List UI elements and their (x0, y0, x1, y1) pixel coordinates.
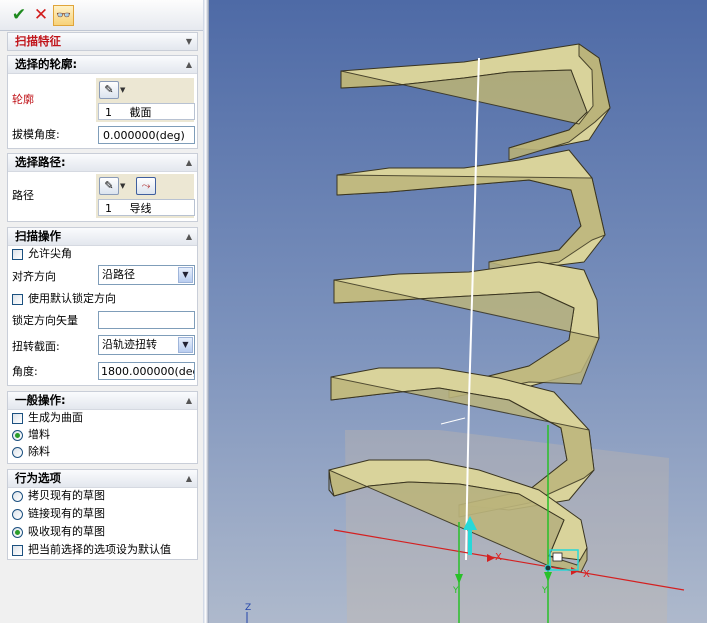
collapse-chevron-icon[interactable]: ▲ (186, 228, 192, 245)
chevron-down-icon: ▼ (120, 182, 126, 190)
x-axis-label: X (495, 552, 502, 563)
draft-angle-label: 拔模角度: (12, 128, 60, 141)
align-direction-select[interactable]: 沿路径 ▼ (98, 265, 195, 285)
panel-splitter[interactable] (203, 0, 209, 623)
collapse-chevron-icon[interactable]: ▲ (186, 392, 192, 409)
angle-input[interactable]: 1800.000000(deg) (98, 362, 195, 380)
remove-material-label: 除料 (28, 445, 50, 458)
twist-section-value: 沿轨迹扭转 (102, 338, 157, 351)
allow-sharp-checkbox[interactable] (12, 249, 23, 260)
curve-icon: ⤳ (141, 179, 151, 192)
add-material-radio[interactable] (12, 430, 23, 441)
link-sketch-radio[interactable] (12, 509, 23, 520)
preview-button[interactable]: 👓 (53, 5, 74, 26)
general-operations-label: 一般操作: (15, 393, 66, 407)
feature-title: 扫描特征 (15, 34, 61, 48)
profile-header-label: 选择的轮廓: (15, 57, 78, 71)
path-curve-button[interactable]: ⤳ (136, 177, 156, 195)
lock-vector-input[interactable] (98, 311, 195, 329)
profile-list-index: 1 (105, 106, 112, 119)
path-pick-dropdown[interactable]: ▼ (120, 177, 130, 195)
draft-angle-input[interactable]: 0.000000(deg) (98, 126, 195, 144)
default-lock-checkbox[interactable] (12, 294, 23, 305)
copy-sketch-label: 拷贝现有的草图 (28, 489, 105, 502)
twist-section-select[interactable]: 沿轨迹扭转 ▼ (98, 335, 195, 355)
collapse-chevron-icon[interactable]: ▼ (186, 33, 192, 50)
align-direction-value: 沿路径 (102, 268, 135, 281)
pencil-icon: ✎ (104, 83, 114, 96)
chevron-down-icon: ▼ (120, 86, 126, 94)
path-list-value: 导线 (129, 202, 152, 215)
profile-label: 轮廓 (12, 93, 34, 106)
triad-z-label: Z (245, 603, 252, 613)
add-material-label: 增料 (28, 428, 50, 441)
profile-pick-button[interactable]: ✎ (99, 81, 119, 99)
profile-list[interactable]: 1 截面 (98, 103, 195, 120)
general-operations-header[interactable]: 一般操作: ▲ (8, 392, 197, 410)
path-list-index: 1 (105, 202, 112, 215)
graphics-viewport[interactable]: X X Y Y Z (209, 0, 707, 623)
collapse-chevron-icon[interactable]: ▲ (186, 470, 192, 487)
path-list[interactable]: 1 导线 (98, 199, 195, 216)
y-axis-label-2: Y (542, 586, 548, 596)
chevron-down-icon[interactable]: ▼ (178, 337, 193, 353)
as-surface-label: 生成为曲面 (28, 411, 83, 424)
profile-pick-dropdown[interactable]: ▼ (120, 81, 130, 99)
path-header-label: 选择路径: (15, 155, 66, 169)
profile-list-value: 截面 (129, 106, 152, 119)
viewport-canvas[interactable] (209, 0, 707, 623)
path-header[interactable]: 选择路径: ▲ (8, 154, 197, 172)
feature-title-section: 扫描特征 ▼ (7, 32, 198, 51)
set-default-checkbox[interactable] (12, 545, 23, 556)
cancel-button[interactable]: ✕ (31, 5, 51, 25)
profile-header[interactable]: 选择的轮廓: ▲ (8, 56, 197, 74)
behavior-options-label: 行为选项 (15, 471, 61, 485)
path-pick-button[interactable]: ✎ (99, 177, 119, 195)
behavior-options-section: 行为选项 ▲ 拷贝现有的草图 链接现有的草图 吸收现有的草图 把当前选择的选项设… (7, 469, 198, 560)
link-sketch-label: 链接现有的草图 (28, 507, 105, 520)
path-section: 选择路径: ▲ 路径 ✎ ▼ ⤳ 1 导线 (7, 153, 198, 222)
remove-material-radio[interactable] (12, 447, 23, 458)
absorb-sketch-label: 吸收现有的草图 (28, 525, 105, 538)
ok-button[interactable]: ✔ (9, 5, 29, 25)
absorb-sketch-radio[interactable] (12, 527, 23, 538)
x-icon: ✕ (33, 5, 49, 25)
lock-vector-label: 锁定方向矢量 (12, 314, 78, 327)
default-lock-label: 使用默认锁定方向 (28, 292, 116, 305)
set-default-label: 把当前选择的选项设为默认值 (28, 543, 171, 556)
x-axis-label-2: X (583, 569, 590, 580)
profile-lock-marker (552, 552, 563, 562)
align-direction-label: 对齐方向 (12, 270, 56, 283)
behavior-options-header[interactable]: 行为选项 ▲ (8, 470, 197, 488)
pencil-icon: ✎ (104, 179, 114, 192)
feature-property-panel: ✔ ✕ 👓 扫描特征 ▼ 选择的轮廓: ▲ 轮廓 ✎ ▼ 1 截面 拔模角度: … (0, 0, 204, 623)
allow-sharp-label: 允许尖角 (28, 247, 72, 260)
as-surface-checkbox[interactable] (12, 413, 23, 424)
y-axis-label: Y (453, 586, 459, 596)
origin-point (544, 564, 552, 572)
sweep-operations-section: 扫描操作 ▲ 允许尖角 对齐方向 沿路径 ▼ 使用默认锁定方向 锁定方向矢量 扭… (7, 227, 198, 386)
sweep-operations-header[interactable]: 扫描操作 ▲ (8, 228, 197, 246)
check-icon: ✔ (11, 5, 27, 25)
angle-label: 角度: (12, 365, 38, 378)
general-operations-section: 一般操作: ▲ 生成为曲面 增料 除料 (7, 391, 198, 464)
panel-toolbar: ✔ ✕ 👓 (0, 0, 203, 31)
path-label: 路径 (12, 189, 34, 202)
copy-sketch-radio[interactable] (12, 491, 23, 502)
collapse-chevron-icon[interactable]: ▲ (186, 56, 192, 73)
profile-section: 选择的轮廓: ▲ 轮廓 ✎ ▼ 1 截面 拔模角度: 0.000000(deg) (7, 55, 198, 149)
glasses-icon: 👓 (56, 8, 71, 22)
twist-section-label: 扭转截面: (12, 340, 60, 353)
collapse-chevron-icon[interactable]: ▲ (186, 154, 192, 171)
sweep-operations-label: 扫描操作 (15, 229, 61, 243)
feature-title-header[interactable]: 扫描特征 ▼ (8, 33, 197, 50)
chevron-down-icon[interactable]: ▼ (178, 267, 193, 283)
